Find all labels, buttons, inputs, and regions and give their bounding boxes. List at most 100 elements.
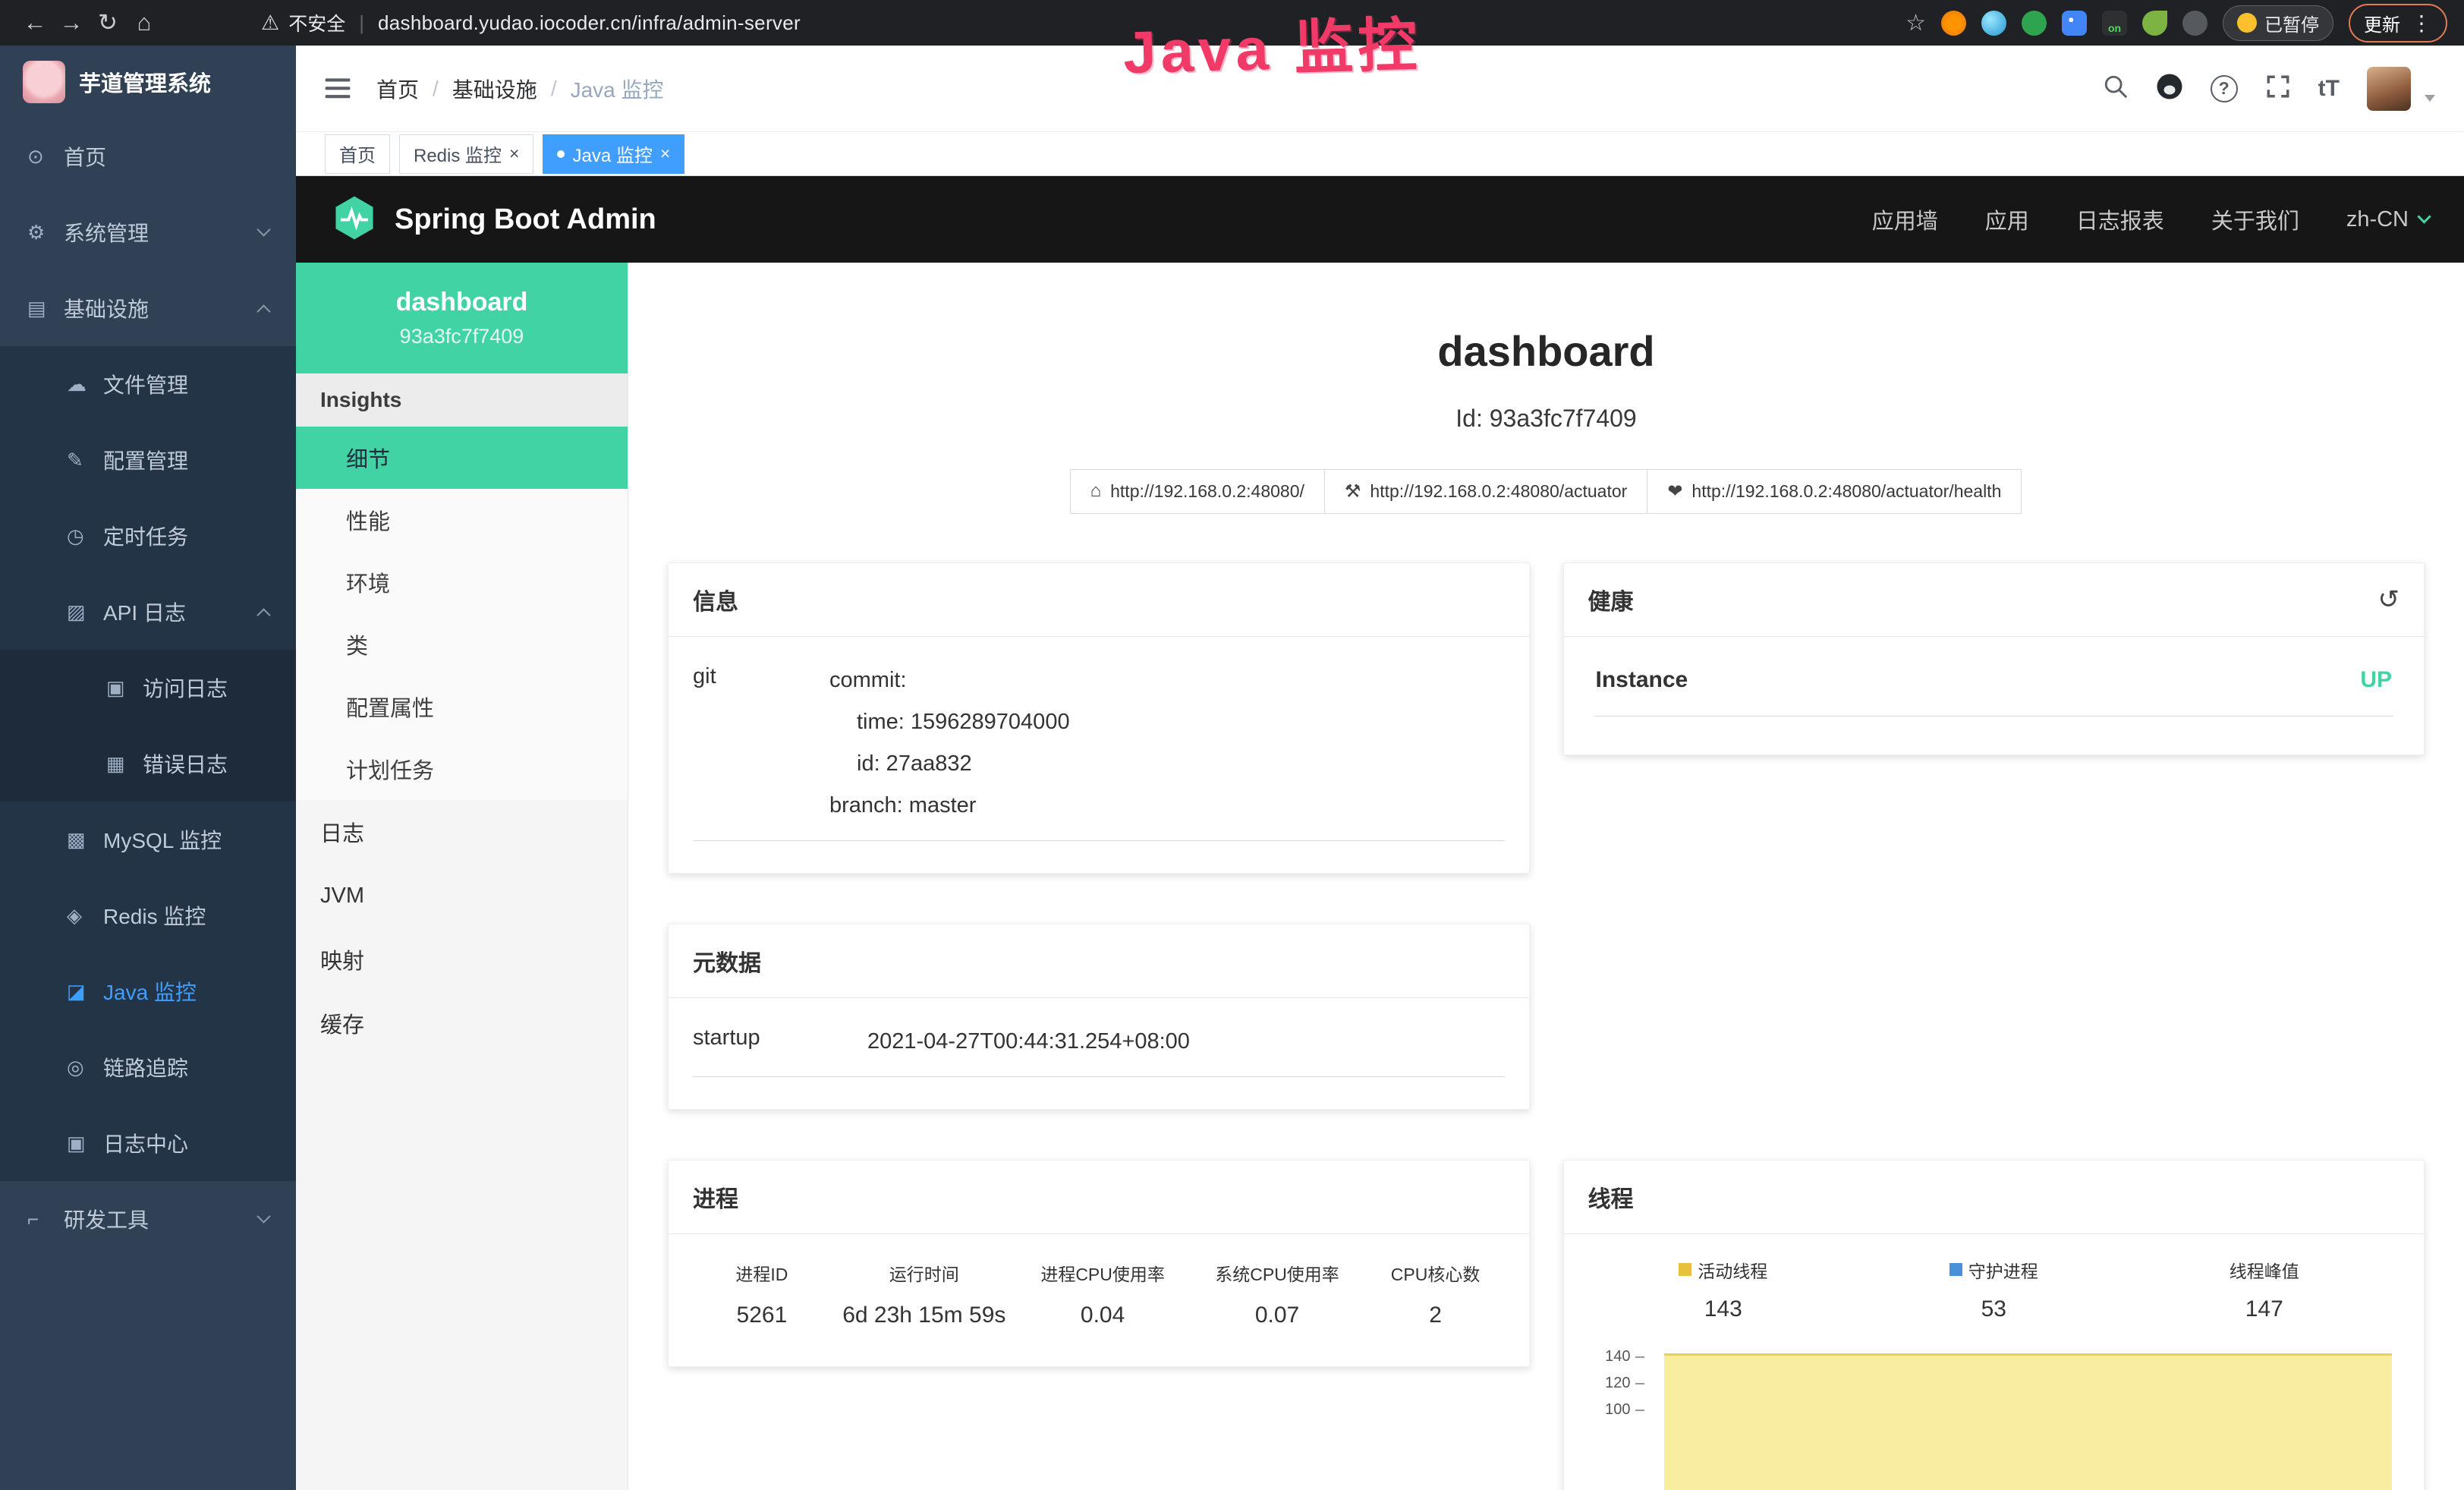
paused-badge[interactable]: 已暂停 xyxy=(2223,5,2333,41)
history-icon[interactable]: ↺ xyxy=(2378,584,2400,615)
instance-links: ⌂ http://192.168.0.2:48080/ ⚒ http://192… xyxy=(628,469,2464,514)
sidebar-item-label: 日志中心 xyxy=(103,1128,188,1158)
fullscreen-icon[interactable] xyxy=(2265,74,2291,103)
process-col-header: CPU核心数 xyxy=(1367,1257,1505,1301)
home-icon[interactable]: ⌂ xyxy=(126,9,162,36)
sba-item-metrics[interactable]: 性能 xyxy=(296,489,628,551)
tab-redis-monitor[interactable]: Redis 监控 × xyxy=(399,134,533,174)
sba-item-beans[interactable]: 类 xyxy=(296,613,628,676)
menu-kebab-icon[interactable]: ⋮ xyxy=(2411,11,2432,36)
threads-legend: 活动线程 143 守护进程 53 线程峰值 xyxy=(1588,1257,2400,1322)
chevron-up-icon xyxy=(256,608,270,622)
service-url-link[interactable]: ⌂ http://192.168.0.2:48080/ xyxy=(1070,469,1325,514)
process-card: 进程 进程ID 运行时间 进程CPU使用率 系统CPU使用率 CPU核心数 52… xyxy=(668,1160,1530,1367)
sidebar-item-infra[interactable]: ▤ 基础设施 xyxy=(0,270,296,346)
breadcrumb-infra[interactable]: 基础设施 xyxy=(452,74,537,104)
health-instance-row[interactable]: Instance UP xyxy=(1594,664,2394,717)
sidebar-item-scheduled-jobs[interactable]: ◷ 定时任务 xyxy=(0,498,296,574)
extension-on-badge[interactable]: on xyxy=(2102,11,2127,36)
sidebar-item-log-center[interactable]: ▣ 日志中心 xyxy=(0,1105,296,1181)
url-text[interactable]: dashboard.yudao.iocoder.cn/infra/admin-s… xyxy=(378,11,801,35)
sidebar-item-config-mgmt[interactable]: ✎ 配置管理 xyxy=(0,422,296,498)
sidebar-item-dev-tools[interactable]: ⌐ 研发工具 xyxy=(0,1181,296,1257)
api-log-icon: ▨ xyxy=(67,600,103,624)
search-icon[interactable] xyxy=(2103,74,2129,103)
info-git-row: git commit: time: 1596289704000 id: 27aa… xyxy=(693,660,1505,841)
extension-spider-icon[interactable] xyxy=(2182,11,2208,36)
error-log-icon: ▦ xyxy=(106,752,143,776)
tab-home[interactable]: 首页 xyxy=(325,134,390,174)
sidebar-item-label: 研发工具 xyxy=(64,1204,149,1234)
tab-java-monitor[interactable]: Java 监控 × xyxy=(543,134,684,174)
help-icon[interactable]: ? xyxy=(2211,75,2238,102)
reload-icon[interactable]: ↻ xyxy=(90,9,126,36)
update-button[interactable]: 更新 ⋮ xyxy=(2349,4,2447,43)
live-threads-area xyxy=(1664,1353,2393,1490)
paused-label: 已暂停 xyxy=(2264,10,2319,36)
git-commit-line: commit: xyxy=(829,660,1505,701)
sba-item-config-props[interactable]: 配置属性 xyxy=(296,676,628,738)
sba-item-mappings[interactable]: 映射 xyxy=(296,928,628,991)
bookmark-star-icon[interactable]: ☆ xyxy=(1905,10,1926,36)
actuator-url-link[interactable]: ⚒ http://192.168.0.2:48080/actuator xyxy=(1324,469,1647,514)
active-dot xyxy=(557,150,565,158)
hamburger-icon[interactable] xyxy=(325,77,351,100)
sba-nav-wallboard[interactable]: 应用墙 xyxy=(1872,203,1938,235)
extension-drop-icon[interactable] xyxy=(1981,11,2006,36)
process-col-header: 运行时间 xyxy=(831,1257,1018,1301)
github-icon[interactable] xyxy=(2156,73,2183,104)
close-icon[interactable]: × xyxy=(660,143,670,164)
app-header: 首页 / 基础设施 / Java 监控 ? tT xyxy=(296,46,2464,132)
config-icon: ✎ xyxy=(67,449,103,472)
font-size-icon[interactable]: tT xyxy=(2318,76,2340,102)
process-col-header: 系统CPU使用率 xyxy=(1188,1257,1366,1301)
tab-label: Java 监控 xyxy=(572,140,652,167)
legend-label: 线程峰值 xyxy=(2230,1257,2299,1283)
sidebar-item-file-mgmt[interactable]: ☁ 文件管理 xyxy=(0,346,296,422)
extension-fox-icon[interactable] xyxy=(1941,11,1966,36)
sba-item-details[interactable]: 细节 xyxy=(296,427,628,489)
extension-grid-icon[interactable] xyxy=(2062,11,2087,36)
user-avatar[interactable] xyxy=(2367,67,2411,111)
health-url-link[interactable]: ❤ http://192.168.0.2:48080/actuator/heal… xyxy=(1647,469,2022,514)
sba-nav-applications[interactable]: 应用 xyxy=(1985,203,2029,235)
instance-header[interactable]: dashboard 93a3fc7f7409 xyxy=(296,263,628,373)
sidebar-item-mysql-monitor[interactable]: ▩ MySQL 监控 xyxy=(0,802,296,877)
sidebar-item-access-logs[interactable]: ▣ 访问日志 xyxy=(0,650,296,726)
sidebar-item-system[interactable]: ⚙ 系统管理 xyxy=(0,194,296,270)
sba-nav-about[interactable]: 关于我们 xyxy=(2211,203,2299,235)
sidebar-item-error-logs[interactable]: ▦ 错误日志 xyxy=(0,726,296,802)
extension-leaf-icon[interactable] xyxy=(2142,11,2167,36)
sba-nav-journal[interactable]: 日志报表 xyxy=(2076,203,2164,235)
sidebar-item-java-monitor[interactable]: ◪ Java 监控 xyxy=(0,953,296,1029)
chevron-down-icon xyxy=(256,1209,270,1223)
git-id-line: id: 27aa832 xyxy=(829,743,1505,785)
address-bar[interactable]: ⚠ 不安全 | dashboard.yudao.iocoder.cn/infra… xyxy=(261,9,801,36)
app-logo-row[interactable]: 芋道管理系统 xyxy=(0,46,296,118)
legend-daemon-threads: 守护进程 53 xyxy=(1858,1257,2129,1322)
sba-brand-title[interactable]: Spring Boot Admin xyxy=(395,203,656,236)
breadcrumb-home[interactable]: 首页 xyxy=(376,74,419,104)
sidebar-item-home[interactable]: ⊙ 首页 xyxy=(0,118,296,194)
close-icon[interactable]: × xyxy=(509,143,519,164)
back-icon[interactable]: ← xyxy=(17,9,53,36)
git-time-line: time: 1596289704000 xyxy=(829,701,1505,743)
sidebar-item-label: MySQL 监控 xyxy=(103,824,222,855)
forward-icon[interactable]: → xyxy=(53,9,90,36)
sba-group-insights[interactable]: Insights xyxy=(296,373,628,427)
app-menu: ⊙ 首页 ⚙ 系统管理 ▤ 基础设施 ☁ 文件管理 ✎ 配置管理 ◷ 定时任务 … xyxy=(0,118,296,1257)
language-selector[interactable]: zh-CN xyxy=(2346,207,2429,232)
sba-item-scheduled-tasks[interactable]: 计划任务 xyxy=(296,738,628,800)
sba-item-caches[interactable]: 缓存 xyxy=(296,991,628,1055)
sba-item-environment[interactable]: 环境 xyxy=(296,551,628,613)
extension-green-icon[interactable] xyxy=(2022,11,2047,36)
avatar-caret-icon xyxy=(2425,95,2435,102)
metadata-value: 2021-04-27T00:44:31.254+08:00 xyxy=(867,1021,1505,1063)
sba-item-loggers[interactable]: 日志 xyxy=(296,800,628,864)
sidebar-item-trace[interactable]: ◎ 链路追踪 xyxy=(0,1029,296,1105)
sba-item-jvm[interactable]: JVM xyxy=(296,864,628,928)
sidebar-item-api-logs[interactable]: ▨ API 日志 xyxy=(0,574,296,650)
y-axis-tick: 140 xyxy=(1588,1348,1644,1366)
sidebar-item-redis-monitor[interactable]: ◈ Redis 监控 xyxy=(0,877,296,953)
info-value: commit: time: 1596289704000 id: 27aa832 … xyxy=(829,660,1505,827)
